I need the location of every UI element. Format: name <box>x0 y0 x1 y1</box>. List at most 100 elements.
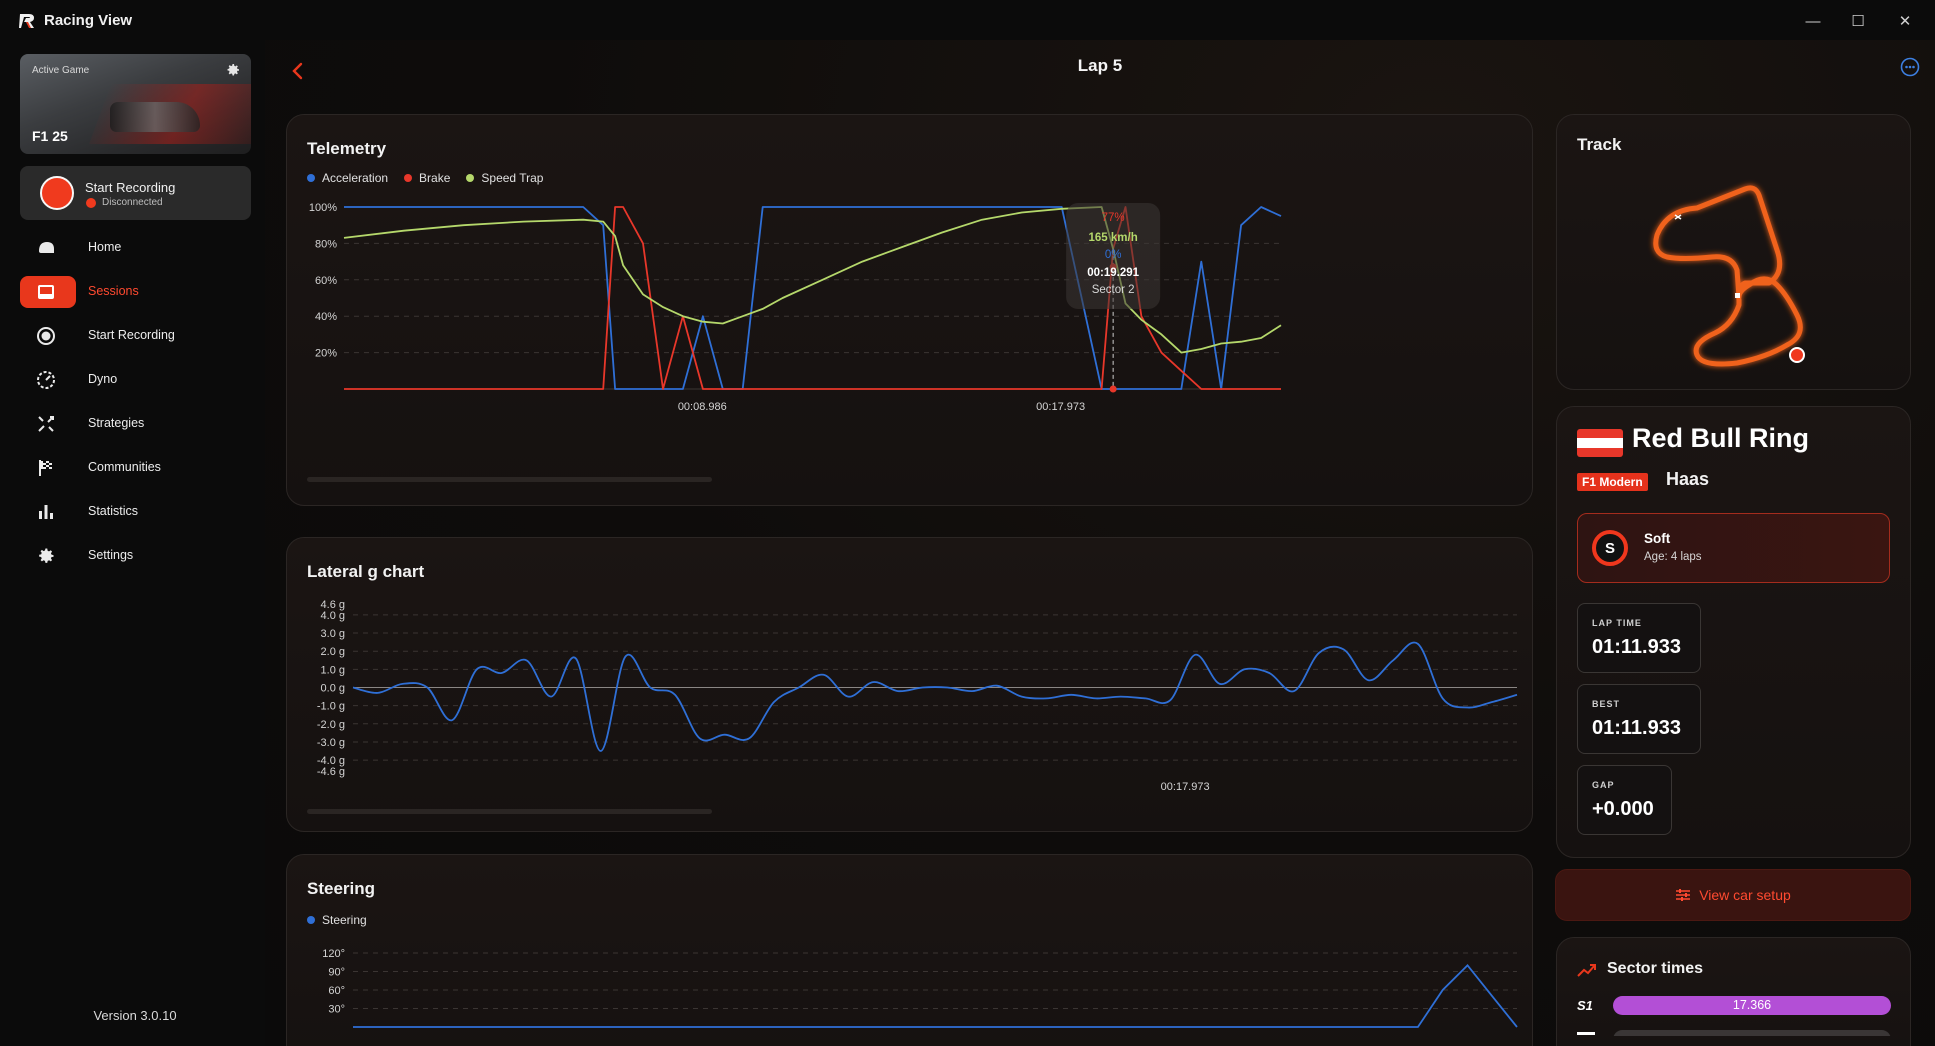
start-recording-card[interactable]: Start Recording Disconnected <box>20 166 251 220</box>
bar-chart-icon <box>39 505 53 519</box>
sidebar-item-start-recording[interactable]: Start Recording <box>20 320 251 352</box>
active-game-label: Active Game <box>32 65 90 76</box>
dyno-icon <box>37 371 55 389</box>
telemetry-panel: Telemetry Acceleration Brake Speed Trap … <box>286 114 1533 506</box>
legend-label: Acceleration <box>322 171 389 185</box>
tyre-card[interactable]: S Soft Age: 4 laps <box>1577 513 1890 583</box>
maximize-button[interactable]: ☐ <box>1843 8 1873 34</box>
series-line-steering <box>353 963 1518 1028</box>
page-title: Lap 5 <box>1077 56 1123 75</box>
sidebar-item-communities[interactable]: Communities <box>20 452 251 484</box>
track-map[interactable] <box>1627 175 1857 375</box>
telemetry-legend: Acceleration Brake Speed Trap <box>307 171 543 185</box>
sidebar-item-label: Communities <box>88 460 161 474</box>
sidebar-item-home[interactable]: Home <box>20 232 251 264</box>
lateral-g-panel: Lateral g chart 4.6 g 4.0 g 3.0 g 2.0 g 1.0 … <box>286 537 1533 832</box>
y-tick-label: 0.0 g <box>321 683 345 695</box>
window-titlebar: Racing View — ☐ ✕ <box>0 0 1935 40</box>
best-lap-value: 01:11.933 <box>1592 717 1681 739</box>
sector-times-panel: Sector times S1 17.366 <box>1556 937 1911 1046</box>
y-tick-label: 4.0 g <box>321 610 345 622</box>
lap-time-label: LAP TIME <box>1592 618 1642 628</box>
y-tick-label: 60° <box>328 985 345 997</box>
series-line-lateral-g <box>352 641 1518 752</box>
game-art-car <box>110 102 200 132</box>
legend-brake[interactable]: Brake <box>404 171 450 185</box>
sidebar: Active Game F1 25 Start Recording Discon… <box>0 40 265 1046</box>
sidebar-item-label: Strategies <box>88 416 145 430</box>
view-car-setup-button[interactable]: View car setup <box>1555 869 1911 921</box>
austria-flag-icon <box>1577 429 1623 457</box>
tooltip-line: Sector 2 <box>1092 284 1135 296</box>
steering-panel: Steering Steering 120° 90° 60° 30° <box>286 854 1533 1046</box>
series-badge: F1 Modern <box>1577 473 1648 491</box>
app-title: Racing View <box>44 12 133 29</box>
active-game-card[interactable]: Active Game F1 25 <box>20 54 251 154</box>
tooltip-line: 165 km/h <box>1089 232 1138 244</box>
sidebar-item-label: Settings <box>88 548 134 562</box>
lateral-g-chart[interactable]: 4.6 g4.0 g3.0 g2.0 g1.0 g0.0 g-1.0 g-2.0… <box>287 596 1534 826</box>
sidebar-item-dyno[interactable]: Dyno <box>20 364 251 396</box>
sidebar-item-statistics[interactable]: Statistics <box>20 496 251 528</box>
main-content: Lap 5 Telemetry Acceleration Brake Speed… <box>265 40 1935 1046</box>
track-title: Track <box>1577 135 1622 154</box>
x-tick-label: 00:17.973 <box>1161 781 1210 793</box>
steering-legend: Steering <box>307 913 367 927</box>
legend-dot-icon <box>307 174 315 182</box>
sector-time-bar: 17.366 <box>1613 996 1891 1015</box>
y-tick-label: -1.0 g <box>317 701 345 713</box>
recording-status: Disconnected <box>102 197 163 208</box>
y-tick-label: -2.0 g <box>317 719 345 731</box>
lateral-g-scrollbar[interactable] <box>307 809 712 814</box>
tooltip-line: 77% <box>1102 212 1125 224</box>
gear-icon <box>39 548 54 563</box>
game-settings-gear-icon[interactable] <box>225 62 241 78</box>
tooltip-line: 0% <box>1105 249 1122 261</box>
sidebar-nav: Home Sessions Start Recording Dyno Strat… <box>20 232 251 584</box>
legend-label: Brake <box>419 171 451 185</box>
tooltip-line: 00:19.291 <box>1087 267 1139 279</box>
telemetry-scrollbar[interactable] <box>307 477 712 482</box>
more-options-icon[interactable] <box>1899 56 1921 78</box>
x-tick-label: 00:08.986 <box>678 401 727 413</box>
lap-time-value: 01:11.933 <box>1592 636 1681 658</box>
legend-steering[interactable]: Steering <box>307 913 367 927</box>
team-name: Haas <box>1666 469 1710 489</box>
status-dot-icon <box>86 198 96 208</box>
view-car-setup-label: View car setup <box>1699 887 1791 903</box>
sidebar-item-label: Sessions <box>88 284 139 298</box>
tyre-compound: Soft <box>1644 531 1671 546</box>
legend-dot-icon <box>466 174 475 182</box>
flag-icon <box>39 460 52 476</box>
trend-icon <box>1577 964 1596 977</box>
y-tick-label: 1.0 g <box>321 664 345 676</box>
app-logo-icon <box>19 14 34 28</box>
sidebar-item-strategies[interactable]: Strategies <box>20 408 251 440</box>
telemetry-chart[interactable]: 100% 80% 60% 40% 20% 00:08.986 00:17.973 77% 165… <box>287 202 1534 495</box>
cursor-base-marker <box>1109 385 1117 393</box>
sidebar-item-settings[interactable]: Settings <box>20 540 251 572</box>
close-button[interactable]: ✕ <box>1890 8 1920 34</box>
steering-chart[interactable]: 120° 90° 60° 30° <box>287 945 1534 1046</box>
recording-title: Start Recording <box>85 180 176 195</box>
sidebar-item-label: Home <box>88 240 122 254</box>
legend-dot-icon <box>307 916 315 924</box>
gap-card: GAP +0.000 <box>1577 765 1672 835</box>
legend-label: Steering <box>322 913 367 927</box>
y-tick-label: 120° <box>322 948 345 960</box>
helmet-icon <box>39 242 54 253</box>
y-tick-label: -4.6 g <box>317 766 345 778</box>
circuit-name: Red Bull Ring <box>1632 423 1809 453</box>
tyre-age: Age: 4 laps <box>1644 551 1702 563</box>
minimize-button[interactable]: — <box>1798 8 1828 34</box>
y-tick-label: 30° <box>328 1004 345 1016</box>
track-panel: Track <box>1556 114 1911 390</box>
sliders-icon <box>1676 889 1691 901</box>
legend-acceleration[interactable]: Acceleration <box>307 171 388 185</box>
gap-value: +0.000 <box>1592 798 1654 820</box>
legend-speed-trap[interactable]: Speed Trap <box>466 171 543 185</box>
sidebar-item-sessions[interactable]: Sessions <box>20 276 139 308</box>
steering-title: Steering <box>307 879 376 898</box>
app-version: Version 3.0.10 <box>93 1008 177 1023</box>
y-tick-label: 60% <box>315 275 337 287</box>
